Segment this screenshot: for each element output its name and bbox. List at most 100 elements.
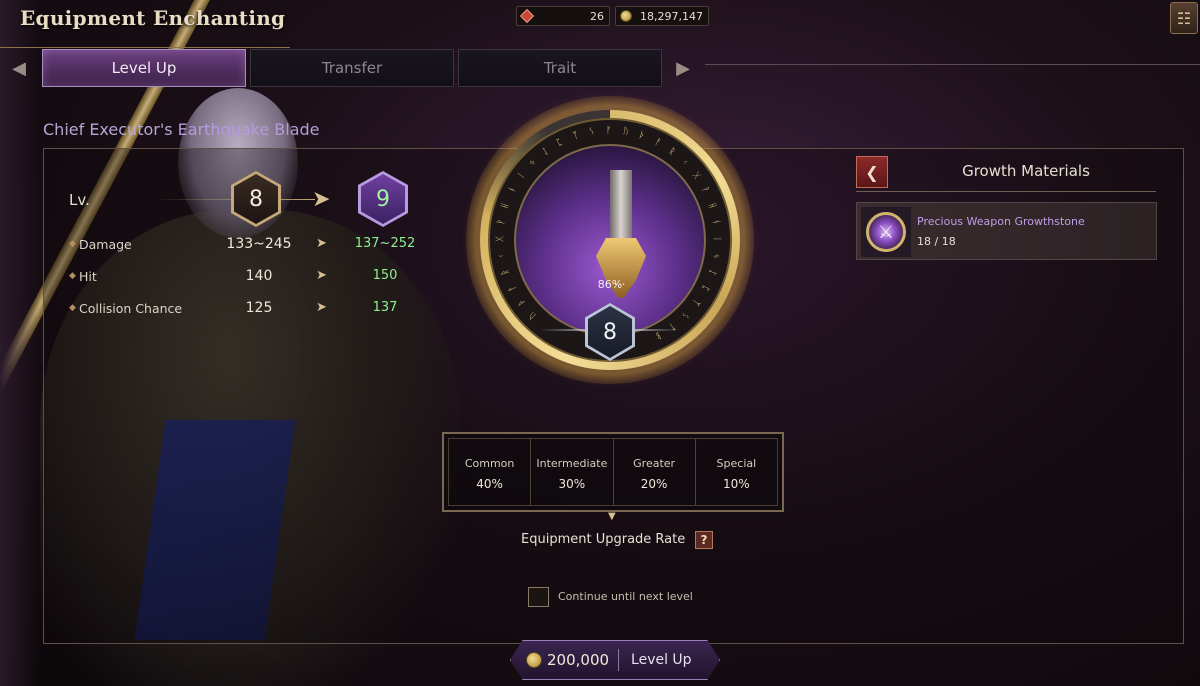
stat-current: 125 [245, 300, 273, 316]
level-up-cost: 200,000 [547, 651, 610, 669]
rune-glyph: ᛊ [588, 126, 596, 138]
currency-gold-value: 18,297,147 [640, 9, 703, 23]
rune-glyph: ᚠ [606, 126, 612, 136]
bullet-icon: ◆ [69, 271, 76, 281]
stat-row-collision-chance: ◆ Collision Chance 125 ➤ 137 [69, 300, 429, 320]
rune-glyph: ᛉ [690, 297, 702, 308]
rune-glyph: ᚷ [690, 170, 702, 181]
rate-label: Special [716, 457, 757, 470]
stat-label: Collision Chance [79, 301, 183, 316]
rune-glyph: ᚹ [699, 185, 711, 195]
currency-gem: 26 [516, 6, 610, 26]
rune-glyph: ᚲ [496, 252, 508, 260]
more-indicator: ... [614, 274, 626, 288]
rate-value: 20% [640, 477, 668, 491]
stat-next: 137 [372, 300, 398, 315]
stat-arrow-icon: ➤ [316, 300, 327, 315]
continue-label[interactable]: Continue until next level [558, 590, 693, 603]
continue-checkbox[interactable] [528, 587, 549, 607]
gold-coin-icon [526, 652, 542, 668]
stat-row-damage: ◆ Damage 133~245 ➤ 137~252 [69, 236, 429, 256]
tab-transfer[interactable]: Transfer [250, 49, 454, 87]
next-level-value: 9 [361, 174, 405, 224]
rune-glyph: ᚱ [500, 268, 512, 277]
stat-arrow-icon: ➤ [316, 268, 327, 283]
tab-bar: ◀ Level Up Transfer Trait ▶ [0, 49, 708, 87]
rate-value: 10% [723, 477, 750, 491]
ring-level-value: 8 [588, 306, 632, 358]
rate-label: Common [464, 457, 515, 470]
book-icon: ☷ [1176, 8, 1192, 28]
stat-label: Damage [79, 237, 132, 252]
progress-percent: 86% [597, 278, 623, 291]
help-button[interactable]: ? [695, 531, 713, 549]
button-divider [618, 649, 620, 671]
stat-row-hit: ◆ Hit 140 ➤ 150 [69, 268, 429, 288]
left-edge-shade [0, 0, 40, 686]
stat-current: 140 [245, 268, 273, 284]
rune-glyph: ᚲ [679, 157, 691, 169]
tab-prev-arrow-icon[interactable]: ◀ [0, 49, 38, 87]
rate-intermediate: Intermediate 30% [530, 439, 612, 505]
menu-book-button[interactable]: ☷ [1170, 2, 1198, 34]
rates-pointer-icon: ▼ [608, 511, 616, 522]
tab-next-arrow-icon[interactable]: ▶ [664, 49, 702, 87]
stat-next: 150 [372, 268, 398, 283]
rune-glyph: ᚺ [705, 201, 717, 210]
gold-coin-icon [619, 9, 633, 23]
level-arrow-icon: ➤ [312, 187, 331, 212]
tabs-divider [705, 64, 1200, 65]
rune-glyph: ᛁ [515, 170, 527, 181]
rune-glyph: ᛃ [709, 252, 721, 260]
growth-materials-title: Growth Materials [962, 162, 1090, 180]
rune-glyph: ᚢ [526, 309, 538, 321]
bullet-icon: ◆ [69, 303, 76, 313]
rune-glyph: ᛁ [711, 236, 722, 242]
item-name-highlight: Earthquake Blade [177, 120, 320, 139]
tab-trait[interactable]: Trait [458, 49, 662, 87]
rate-special: Special 10% [694, 439, 777, 505]
rate-value: 40% [476, 477, 503, 491]
rune-glyph: ᚷ [495, 236, 506, 242]
rune-glyph: ᛈ [554, 137, 565, 149]
collapse-button[interactable]: ❮ [856, 156, 888, 188]
rune-glyph: ᚺ [500, 201, 512, 210]
rate-label: Greater [633, 457, 676, 470]
currency-gem-value: 26 [590, 9, 604, 23]
stat-label: Hit [79, 269, 97, 284]
rune-glyph: ᚨ [653, 137, 663, 149]
tab-level-up[interactable]: Level Up [42, 49, 246, 87]
material-name: Precious Weapon Growthstone [917, 215, 1085, 228]
current-level-value: 8 [234, 174, 278, 224]
currency-gold: 18,297,147 [615, 6, 709, 26]
upgrade-rate-label: Equipment Upgrade Rate [521, 532, 686, 547]
rune-glyph: ᛇ [540, 145, 551, 158]
stat-arrow-icon: ➤ [316, 236, 327, 251]
rune-glyph: ᚾ [506, 185, 519, 195]
rune-glyph: ᛇ [705, 268, 717, 277]
growthstone-icon: ⚔ [861, 207, 911, 257]
stat-current: 133~245 [226, 236, 292, 252]
window-title: Equipment Enchanting [20, 6, 286, 30]
material-slot[interactable]: ⚔ Precious Weapon Growthstone 18 / 18 [856, 202, 1157, 260]
bullet-icon: ◆ [69, 239, 76, 249]
rune-glyph: ᛒ [653, 329, 663, 341]
level-up-button-content[interactable]: 200,000 Level Up [510, 640, 720, 680]
rune-glyph: ᚾ [709, 218, 721, 226]
item-name: Chief Executor's Earthquake Blade [43, 120, 320, 139]
collapse-arrow-icon: ❮ [865, 162, 879, 182]
rune-glyph: ᛊ [679, 309, 691, 321]
rate-label: Intermediate [536, 457, 608, 470]
rune-glyph: ᚱ [667, 145, 678, 158]
rune-glyph: ᚹ [496, 218, 508, 226]
stat-next: 137~252 [354, 236, 416, 251]
upgrade-rates-box: Common 40% Intermediate 30% Greater 20% … [442, 432, 784, 512]
rune-glyph: ᚢ [622, 126, 630, 138]
level-up-label: Level Up [631, 652, 692, 668]
rune-glyph: ᛃ [526, 157, 538, 169]
title-underline [0, 34, 290, 48]
growth-materials-header: ❮ Growth Materials [856, 156, 1156, 192]
material-count: 18 / 18 [917, 235, 956, 248]
rune-glyph: ᚦ [637, 130, 647, 142]
level-label: Lv. [69, 191, 90, 209]
